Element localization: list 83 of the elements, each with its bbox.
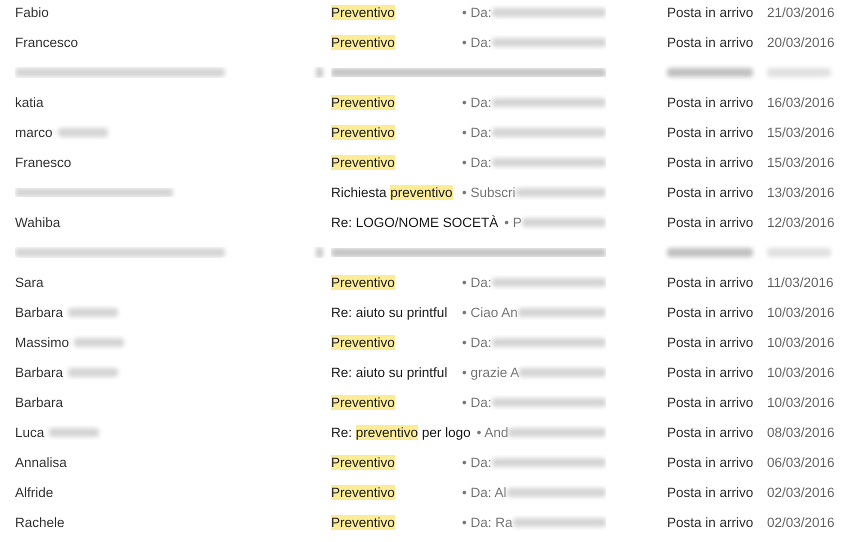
sender-name: Massimo <box>15 334 70 350</box>
folder-label: Posta in arrivo <box>667 424 754 440</box>
preview-text: • Da: <box>462 124 492 140</box>
date-text: 08/03/2016 <box>767 424 836 440</box>
sender-name: Alfride <box>15 484 54 500</box>
subject-text: Preventivo <box>331 4 396 20</box>
date-text: 10/03/2016 <box>767 364 836 380</box>
folder-label: Posta in arrivo <box>667 154 754 170</box>
blurred-text <box>767 68 831 76</box>
preview-text: • Da: <box>462 94 492 110</box>
date-text: 15/03/2016 <box>767 154 836 170</box>
date-text: 10/03/2016 <box>767 394 836 410</box>
sender-name: Fabio <box>15 4 49 20</box>
preview-text: • Da: Al <box>462 484 506 500</box>
sender-name: Barbara <box>15 304 64 320</box>
sender-name: Barbara <box>15 364 64 380</box>
folder-label: Posta in arrivo <box>667 34 754 50</box>
sender-name: marco <box>15 124 53 140</box>
subject-text: Preventivo <box>331 274 396 290</box>
subject-text: Preventivo <box>331 154 396 170</box>
date-text: 16/03/2016 <box>767 94 836 110</box>
blurred-icon <box>316 66 323 78</box>
sender-name: Franesco <box>15 154 72 170</box>
date-text: 02/03/2016 <box>767 484 836 500</box>
preview-text: • grazie A <box>462 364 520 380</box>
folder-label: Posta in arrivo <box>667 364 754 380</box>
preview-text: • Da: <box>462 4 492 20</box>
folder-label: Posta in arrivo <box>667 514 754 530</box>
subject-text: Preventivo <box>331 94 396 110</box>
sender-name: Wahiba <box>15 214 60 230</box>
date-text: 10/03/2016 <box>767 334 836 350</box>
subject-text: Re: aiuto su printful <box>331 304 448 320</box>
sender-name: katia <box>15 94 44 110</box>
subject-text: Preventivo <box>331 34 396 50</box>
preview-text: • Da: <box>462 394 492 410</box>
date-text: 21/03/2016 <box>767 4 836 20</box>
preview-text: • Da: Ra <box>462 514 512 530</box>
date-text: 20/03/2016 <box>767 34 836 50</box>
subject-text: Preventivo <box>331 454 396 470</box>
blurred-icon <box>316 246 323 258</box>
subject-text: Re: aiuto su printful <box>331 364 448 380</box>
subject-text: Preventivo <box>331 124 396 140</box>
date-text: 13/03/2016 <box>767 184 836 200</box>
blurred-text <box>767 248 831 256</box>
date-text: 11/03/2016 <box>767 274 835 290</box>
subject-text: Richiesta preventivo <box>331 184 454 200</box>
folder-label: Posta in arrivo <box>667 394 754 410</box>
subject-text: Preventivo <box>331 514 396 530</box>
preview-text: • Da: <box>462 454 492 470</box>
sender-name: Francesco <box>15 34 78 50</box>
folder-label: Posta in arrivo <box>667 184 754 200</box>
date-text: 06/03/2016 <box>767 454 836 470</box>
preview-text: • P <box>504 214 522 230</box>
subject-text: Re: preventivo per logo <box>331 424 471 440</box>
preview-text: • Subscri <box>462 184 516 200</box>
folder-label: Posta in arrivo <box>667 334 754 350</box>
preview-text: • Da: <box>462 274 492 290</box>
preview-text: • Da: <box>462 34 492 50</box>
date-text: 15/03/2016 <box>767 124 836 140</box>
folder-label: Posta in arrivo <box>667 4 754 20</box>
preview-text: • Da: <box>462 334 492 350</box>
date-text: 02/03/2016 <box>767 514 836 530</box>
subject-text: Preventivo <box>331 484 396 500</box>
subject-text: Re: LOGO/NOME SOCETÀ <box>331 214 498 230</box>
subject-text: Preventivo <box>331 334 396 350</box>
date-text: 10/03/2016 <box>767 304 836 320</box>
folder-label: Posta in arrivo <box>667 124 754 140</box>
date-text: 12/03/2016 <box>767 214 836 230</box>
sender-name: Annalisa <box>15 454 67 470</box>
sender-name: Sara <box>15 274 44 290</box>
folder-label: Posta in arrivo <box>667 214 754 230</box>
folder-label: Posta in arrivo <box>667 94 754 110</box>
folder-label: Posta in arrivo <box>667 274 754 290</box>
sender-name: Rachele <box>15 514 65 530</box>
subject-text: Preventivo <box>331 394 396 410</box>
preview-text: • And <box>476 424 508 440</box>
sender-name: Luca <box>15 424 44 440</box>
sender-name: Barbara <box>15 394 64 410</box>
preview-text: • Ciao An <box>462 304 518 320</box>
folder-label: Posta in arrivo <box>667 484 754 500</box>
preview-text: • Da: <box>462 154 492 170</box>
folder-label: Posta in arrivo <box>667 454 754 470</box>
folder-label: Posta in arrivo <box>667 304 754 320</box>
